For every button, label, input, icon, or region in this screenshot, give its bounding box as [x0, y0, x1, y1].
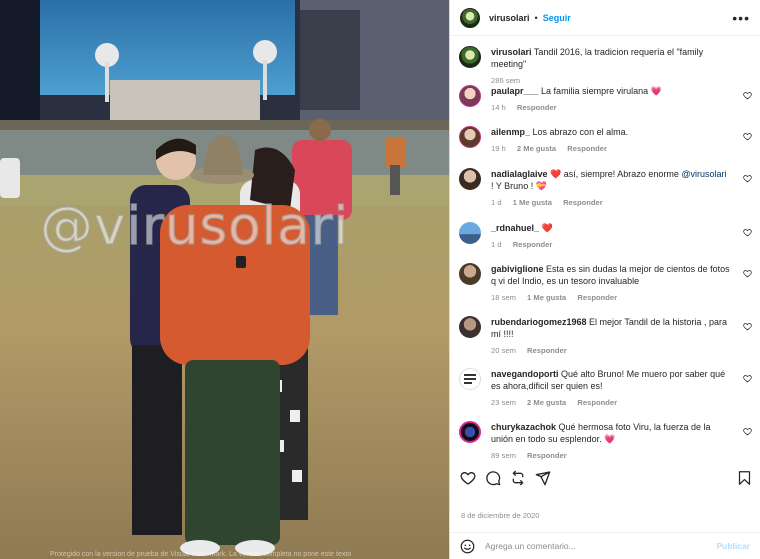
smiley-icon[interactable]	[460, 539, 475, 554]
comment-like-heart-icon[interactable]	[743, 91, 752, 100]
comment-username[interactable]: paulapr___	[491, 86, 539, 96]
comment-username[interactable]: rubendariogomez1968	[491, 317, 587, 327]
comment-likes[interactable]: 2 Me gusta	[527, 398, 566, 407]
header-separator: •	[534, 12, 538, 23]
comments-list[interactable]: virusolari Tandil 2016, la tradicion req…	[450, 37, 760, 462]
comment-avatar[interactable]	[459, 222, 481, 244]
comment-username[interactable]: ailenmp_	[491, 127, 530, 137]
comment-avatar[interactable]	[459, 421, 481, 443]
comment-time[interactable]: 20 sem	[491, 346, 516, 355]
caption-time[interactable]: 286 sem	[491, 76, 520, 85]
comment-text: así, siempre! Abrazo enorme	[563, 169, 679, 179]
heart-icon[interactable]	[460, 470, 476, 486]
comment-meta: 89 sem Responder	[491, 451, 731, 461]
comment-avatar[interactable]	[459, 126, 481, 148]
comment-avatar[interactable]	[459, 263, 481, 285]
comment-time[interactable]: 89 sem	[491, 451, 516, 460]
comment-text: La familia siempre virulana	[541, 86, 649, 96]
comment-like-heart-icon[interactable]	[743, 174, 752, 183]
comment-time[interactable]: 19 h	[491, 144, 506, 153]
post-photo[interactable]: @virusolari Protegido con la version de …	[0, 0, 449, 559]
comment-meta: 14 h Responder	[491, 103, 731, 113]
caption-username[interactable]: virusolari	[491, 47, 532, 57]
comment-username[interactable]: _rdnahuel_	[491, 223, 539, 233]
comment-pre-emoji: ❤️	[550, 169, 562, 179]
comment-meta: 19 h 2 Me gusta Responder	[491, 144, 731, 154]
reply-button[interactable]: Responder	[513, 240, 553, 249]
caption-avatar[interactable]	[459, 46, 481, 68]
comment-time[interactable]: 1 d	[491, 198, 502, 207]
comment-likes[interactable]: 2 Me gusta	[517, 144, 556, 153]
comment-emoji: 💗	[650, 86, 662, 96]
author-avatar[interactable]	[460, 7, 480, 28]
photo-watermark-notice: Protegido con la version de prueba de Vi…	[50, 551, 352, 558]
reply-button[interactable]: Responder	[567, 144, 607, 153]
comment-time[interactable]: 18 sem	[491, 293, 516, 302]
comment-item: paulapr___ La familia siempre virulana 💗…	[459, 85, 760, 113]
comment-avatar[interactable]	[459, 168, 481, 190]
comment-avatar[interactable]	[459, 368, 481, 390]
post-sidebar: virusolari • Seguir ••• virusolari Tandi…	[449, 0, 760, 559]
reply-button[interactable]: Responder	[563, 198, 603, 207]
comment-meta: 1 d Responder	[491, 240, 731, 250]
comment-item: rubendariogomez1968 El mejor Tandil de l…	[459, 316, 760, 357]
post-caption: virusolari Tandil 2016, la tradicion req…	[459, 46, 760, 87]
comment-meta: 18 sem 1 Me gusta Responder	[491, 293, 731, 303]
comment-time[interactable]: 1 d	[491, 240, 502, 249]
comment-meta: 1 d 1 Me gusta Responder	[491, 198, 731, 208]
reply-button[interactable]: Responder	[577, 398, 617, 407]
author-username[interactable]: virusolari	[489, 13, 530, 23]
comment-likes[interactable]: 1 Me gusta	[513, 198, 552, 207]
comment-mention[interactable]: @virusolari	[681, 169, 726, 179]
reply-button[interactable]: Responder	[527, 451, 567, 460]
comment-text-2: ! Y Bruno !	[491, 181, 534, 192]
photo-scene	[0, 0, 449, 559]
comment-like-heart-icon[interactable]	[743, 374, 752, 383]
comment-like-heart-icon[interactable]	[743, 427, 752, 436]
comment-item: _rdnahuel_ ❤️ 1 d Responder	[459, 222, 760, 250]
reply-button[interactable]: Responder	[527, 346, 567, 355]
comment-meta: 23 sem 2 Me gusta Responder	[491, 398, 731, 408]
comment-emoji: 💗	[604, 434, 616, 445]
comment-input[interactable]: Agrega un comentario...	[485, 541, 576, 551]
bookmark-icon[interactable]	[737, 470, 752, 486]
comment-username[interactable]: gabiviglione	[491, 264, 544, 274]
post-header: virusolari • Seguir •••	[450, 0, 760, 36]
comment-username[interactable]: churykazachok	[491, 422, 556, 432]
post-comment-button[interactable]: Publicar	[716, 541, 750, 551]
more-horizontal-icon[interactable]: •••	[732, 11, 750, 25]
comment-like-heart-icon[interactable]	[743, 269, 752, 278]
post-date[interactable]: 8 de diciembre de 2020	[461, 511, 539, 520]
comment-item: ailenmp_ Los abrazo con el alma. 19 h 2 …	[459, 126, 760, 154]
comment-avatar[interactable]	[459, 85, 481, 107]
repost-icon[interactable]	[510, 470, 526, 486]
comment-item: gabiviglione Esta es sin dudas la mejor …	[459, 263, 760, 304]
comment-icon[interactable]	[485, 470, 501, 486]
comment-meta: 20 sem Responder	[491, 346, 731, 356]
comment-time[interactable]: 14 h	[491, 103, 506, 112]
comment-time[interactable]: 23 sem	[491, 398, 516, 407]
comment-text: Los abrazo con el alma.	[532, 127, 629, 137]
share-icon[interactable]	[535, 470, 551, 486]
action-bar	[460, 468, 752, 488]
comment-username[interactable]: nadialaglaive	[491, 169, 548, 179]
post-modal: @virusolari Protegido con la version de …	[0, 0, 760, 559]
comment-like-heart-icon[interactable]	[743, 228, 752, 237]
comment-likes[interactable]: 1 Me gusta	[527, 293, 566, 302]
reply-button[interactable]: Responder	[577, 293, 617, 302]
follow-button[interactable]: Seguir	[543, 13, 571, 23]
comment-like-heart-icon[interactable]	[743, 322, 752, 331]
comment-emoji: ❤️	[541, 223, 553, 233]
comment-avatar[interactable]	[459, 316, 481, 338]
comment-item: churykazachok Qué hermosa foto Viru, la …	[459, 421, 760, 462]
add-comment-bar: Agrega un comentario... Publicar	[450, 532, 760, 559]
photo-watermark: @virusolari	[39, 195, 350, 258]
reply-button[interactable]: Responder	[517, 103, 557, 112]
comment-like-heart-icon[interactable]	[743, 132, 752, 141]
comment-item: navegandoporti Qué alto Bruno! Me muero …	[459, 368, 760, 409]
comment-emoji: 💝	[535, 181, 547, 192]
comment-item: nadialaglaive ❤️ así, siempre! Abrazo en…	[459, 168, 760, 209]
comment-username[interactable]: navegandoporti	[491, 369, 559, 379]
